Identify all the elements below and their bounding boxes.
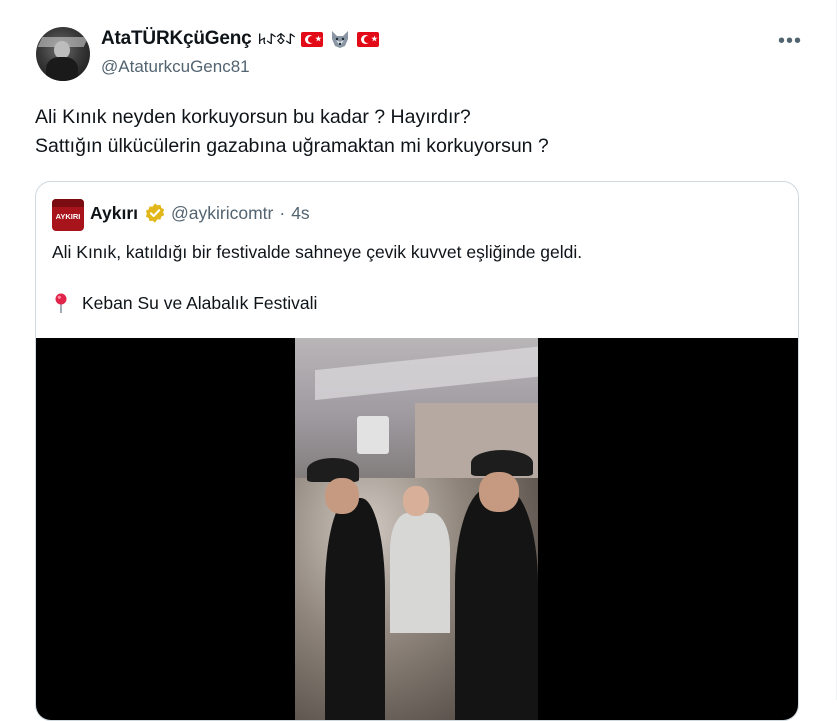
tweet-text: Ali Kınık neyden korkuyorsun bu kadar ? … [35,103,549,161]
turkey-flag-icon: ★ [301,31,324,47]
more-options-button[interactable]: ••• [778,30,802,53]
turkey-flag-icon: ★ [357,31,380,47]
author-rune-text: 𐰀𐱃𐰀𐱅 [257,30,296,48]
tweet-line: Sattığın ülkücülerin gazabına uğramaktan… [35,135,549,157]
author-display-name[interactable]: AtaTÜRKçüGenç [101,28,252,50]
quote-location-text: Keban Su ve Alabalık Festivali [82,293,318,313]
separator-dot: · [279,202,286,223]
video-player[interactable] [36,338,798,720]
quote-location-line: Keban Su ve Alabalık Festivali [52,291,317,315]
quoted-tweet[interactable]: AYKIRI Aykırı @aykiricomtr · 4s Ali Kını… [35,181,799,721]
quote-header: Aykırı @aykiricomtr · 4s [90,202,310,224]
quote-author-handle[interactable]: @aykiricomtr [171,203,273,224]
aykiri-logo[interactable]: AYKIRI [52,199,84,231]
quote-text: Ali Kınık, katıldığı bir festivalde sahn… [52,242,583,262]
quote-timestamp[interactable]: 4s [291,203,309,224]
wolf-icon [332,31,349,48]
author-name-row[interactable]: AtaTÜRKçüGenç 𐰀𐱃𐰀𐱅 ★ ★ [101,28,380,50]
round-pushpin-icon [55,293,67,313]
avatar[interactable] [36,27,90,81]
tweet-line: Ali Kınık neyden korkuyorsun bu kadar ? … [35,106,471,128]
author-handle[interactable]: @AtaturkcuGenc81 [101,57,250,77]
video-frame [295,338,538,720]
quote-author-name[interactable]: Aykırı [90,203,138,224]
verified-badge-icon [145,203,165,223]
